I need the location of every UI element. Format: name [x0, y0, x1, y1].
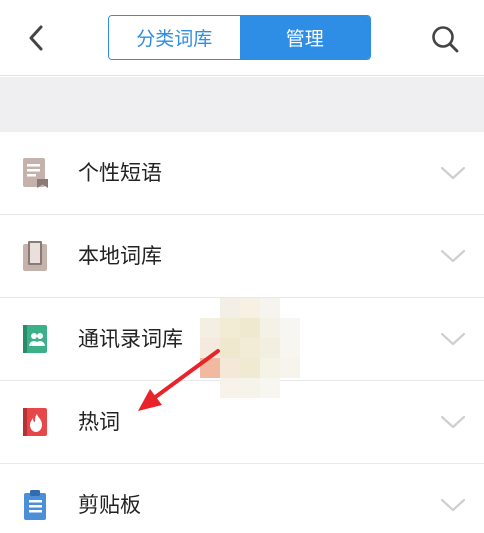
search-button[interactable]	[428, 22, 462, 56]
chevron-left-icon	[29, 25, 43, 51]
book-icon	[20, 239, 50, 273]
list-item-contacts-library[interactable]: 通讯录词库	[0, 298, 484, 381]
tab-manage[interactable]: 管理	[239, 16, 370, 59]
chevron-down-icon	[440, 162, 466, 184]
top-bar: 分类词库 管理	[0, 0, 484, 76]
chevron-down-icon	[440, 245, 466, 267]
list-item-local-library[interactable]: 本地词库	[0, 215, 484, 298]
list-item-label: 本地词库	[78, 244, 162, 268]
list-item-label: 热词	[78, 410, 120, 434]
fire-book-icon	[20, 405, 50, 439]
tab-category-library[interactable]: 分类词库	[109, 16, 240, 59]
list-item-label: 通讯录词库	[78, 327, 183, 351]
note-book-icon	[20, 156, 50, 190]
list-item-label: 个性短语	[78, 161, 162, 185]
search-icon	[432, 26, 459, 53]
list-item-hot-words[interactable]: 热词	[0, 381, 484, 464]
contacts-book-icon	[20, 322, 50, 356]
list-item-personal-phrases[interactable]: 个性短语	[0, 132, 484, 215]
clipboard-icon	[20, 488, 50, 522]
list-item-label: 剪贴板	[78, 493, 141, 517]
back-button[interactable]	[20, 20, 52, 56]
manage-list: 个性短语 本地词库 通讯录词库 热词 剪贴板	[0, 132, 484, 533]
chevron-down-icon	[440, 411, 466, 433]
segmented-control: 分类词库 管理	[108, 15, 371, 60]
chevron-down-icon	[440, 494, 466, 516]
chevron-down-icon	[440, 328, 466, 350]
section-gap	[0, 77, 484, 132]
list-item-clipboard[interactable]: 剪贴板	[0, 464, 484, 533]
